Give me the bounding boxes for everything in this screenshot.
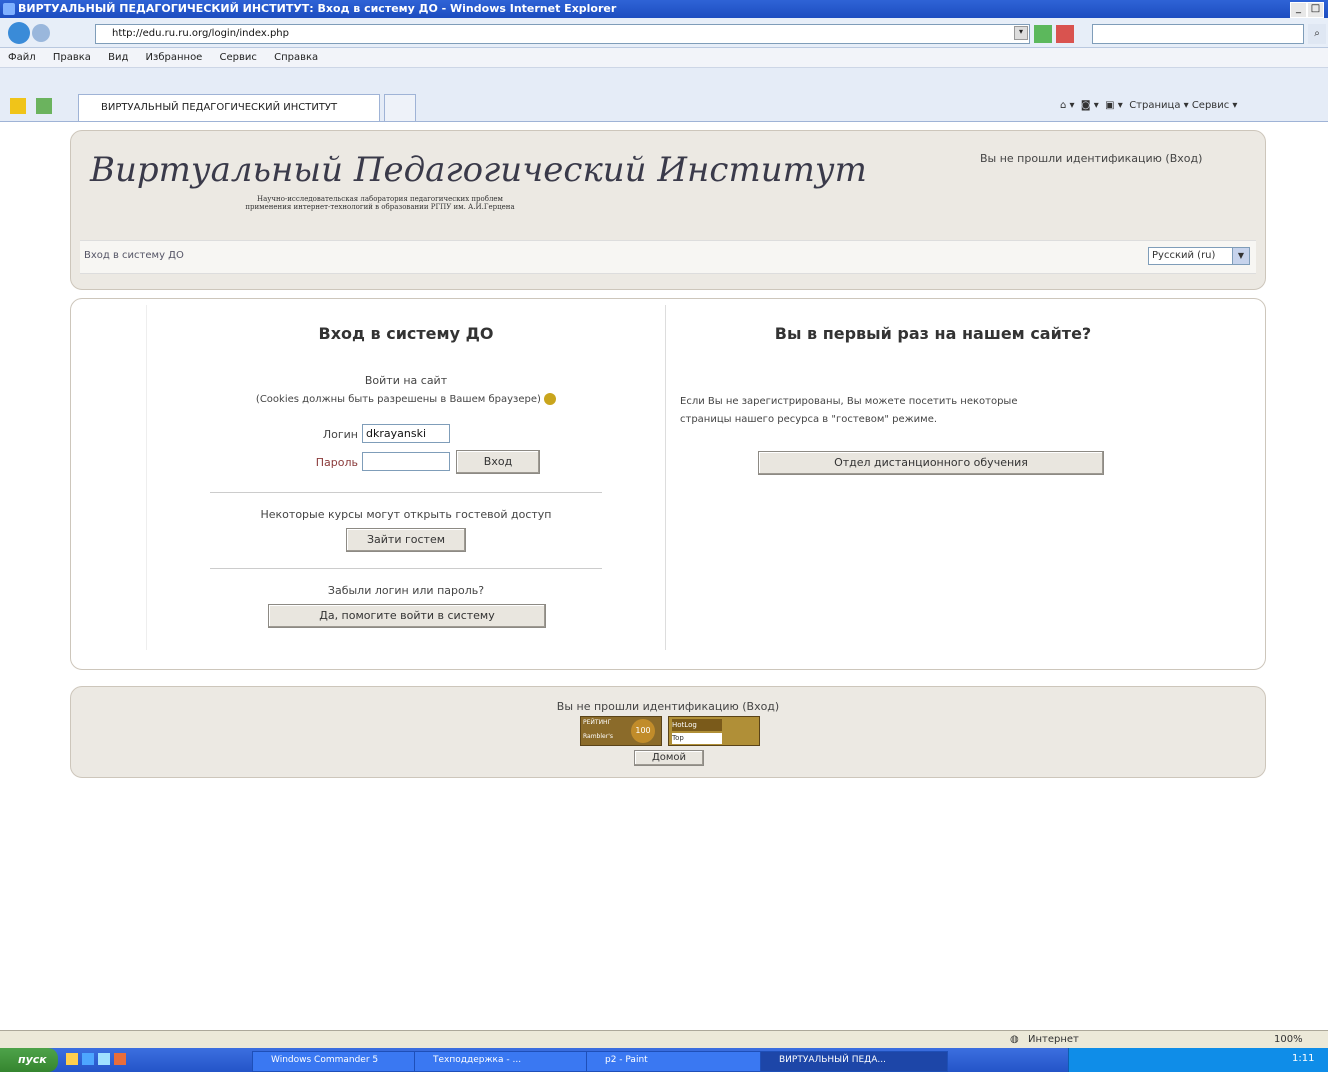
status-zone: Интернет: [1028, 1034, 1079, 1045]
hotlog-badge-top: HotLog: [672, 719, 722, 731]
task-support[interactable]: Техподдержка - ...: [414, 1051, 594, 1072]
command-bar-label: Страница ▾ Сервис ▾: [1129, 100, 1238, 111]
refresh-icon[interactable]: [1034, 25, 1052, 43]
distance-learning-button[interactable]: Отдел дистанционного обучения: [758, 451, 1104, 475]
navbar: [80, 240, 1256, 274]
forgot-note: Забыли логин или пароль?: [327, 584, 485, 597]
search-input[interactable]: [1092, 24, 1304, 44]
status-bar: ◍ Интернет 100%: [0, 1030, 1328, 1048]
feeds-icon[interactable]: ◙ ▾: [1081, 100, 1099, 111]
system-tray: [1068, 1048, 1328, 1072]
signup-text-line2: страницы нашего ресурса в "гостевом" реж…: [680, 414, 938, 425]
login-intro: Войти на сайт: [364, 374, 448, 387]
cookie-note: (Cookies должны быть разрешены в Вашем б…: [255, 394, 541, 405]
signup-text-line1: Если Вы не зарегистрированы, Вы можете п…: [680, 396, 1018, 407]
rambler-badge-mid: 100: [631, 719, 655, 743]
password-input[interactable]: [362, 452, 450, 471]
url-text: http://edu.ru.ru.org/login/index.php: [112, 28, 289, 39]
stop-icon[interactable]: [1056, 25, 1074, 43]
window-title: ВИРТУАЛЬНЫЙ ПЕДАГОГИЧЕСКИЙ ИНСТИТУТ: Вхо…: [18, 2, 617, 15]
login-status[interactable]: Вы не прошли идентификацию (Вход): [980, 152, 1202, 165]
divider: [210, 568, 602, 569]
menu-help[interactable]: Справка: [274, 52, 318, 63]
language-select[interactable]: Русский (ru) ▼: [1148, 247, 1250, 265]
login-panel: [146, 305, 666, 650]
add-favorites-icon[interactable]: [36, 98, 52, 114]
footer-login-status[interactable]: Вы не прошли идентификацию (Вход): [70, 700, 1266, 713]
quick-launch-icons[interactable]: [66, 1053, 150, 1067]
menu-file[interactable]: Файл: [8, 52, 36, 63]
password-label: Пароль: [315, 456, 358, 469]
divider: [210, 492, 602, 493]
logo-subtitle: Научно-исследовательская лаборатория пед…: [120, 195, 640, 211]
maximize-button[interactable]: □: [1307, 2, 1324, 18]
login-submit-button[interactable]: Вход: [456, 450, 540, 474]
home-link-button[interactable]: Домой: [634, 750, 704, 766]
globe-icon: ◍: [1010, 1034, 1019, 1045]
tab-active[interactable]: ВИРТУАЛЬНЫЙ ПЕДАГОГИЧЕСКИЙ ИНСТИТУТ: [78, 94, 380, 121]
hotlog-badge-bottom: Top: [672, 733, 722, 744]
login-input[interactable]: dkrayanski: [362, 424, 450, 443]
counter-badges: РЕЙТИНГ Rambler's 100 HotLog Top: [580, 716, 762, 752]
hotlog-badge[interactable]: HotLog Top: [668, 716, 760, 746]
print-icon[interactable]: ▣ ▾: [1105, 100, 1123, 111]
zoom-level[interactable]: 100%: [1274, 1031, 1303, 1048]
search-icon[interactable]: ⌕: [1308, 24, 1326, 44]
rambler-badge-bottom: Rambler's: [583, 733, 613, 740]
breadcrumb[interactable]: Вход в систему ДО: [84, 250, 184, 261]
back-button[interactable]: [8, 22, 30, 44]
start-button[interactable]: пуск: [0, 1048, 58, 1072]
forward-button[interactable]: [32, 24, 50, 42]
menu-bar: Файл Правка Вид Избранное Сервис Справка: [0, 48, 1328, 68]
forgot-password-button[interactable]: Да, помогите войти в систему: [268, 604, 546, 628]
language-value: Русский (ru): [1152, 250, 1216, 261]
tab-title: ВИРТУАЛЬНЫЙ ПЕДАГОГИЧЕСКИЙ ИНСТИТУТ: [101, 102, 338, 113]
guest-note: Некоторые курсы могут открыть гостевой д…: [260, 508, 552, 521]
signup-heading: Вы в первый раз на нашем сайте?: [774, 324, 1092, 343]
rambler-badge-top: РЕЙТИНГ: [583, 719, 612, 726]
guest-login-button[interactable]: Зайти гостем: [346, 528, 466, 552]
address-bar[interactable]: http://edu.ru.ru.org/login/index.php: [95, 24, 1030, 44]
help-icon[interactable]: [544, 393, 557, 405]
menu-favorites[interactable]: Избранное: [146, 52, 203, 63]
cookie-note-wrap: (Cookies должны быть разрешены в Вашем б…: [146, 393, 666, 405]
task-internet-explorer[interactable]: ВИРТУАЛЬНЫЙ ПЕДА...: [760, 1051, 948, 1072]
menu-view[interactable]: Вид: [108, 52, 128, 63]
site-logo[interactable]: Виртуальный Педагогический Институт: [90, 150, 867, 190]
command-bar[interactable]: ⌂ ▾ ◙ ▾ ▣ ▾ Страница ▾ Сервис ▾: [1060, 96, 1328, 116]
clock[interactable]: 1:11: [1292, 1053, 1314, 1064]
window-title-bar: ВИРТУАЛЬНЫЙ ПЕДАГОГИЧЕСКИЙ ИНСТИТУТ: Вхо…: [0, 0, 1328, 18]
ie-icon: [3, 3, 15, 15]
menu-edit[interactable]: Правка: [53, 52, 91, 63]
menu-tools[interactable]: Сервис: [220, 52, 257, 63]
logo-subtitle-line2: применения интернет-технологий в образов…: [245, 203, 515, 211]
favorites-star-icon[interactable]: [10, 98, 26, 114]
task-paint[interactable]: p2 - Paint: [586, 1051, 766, 1072]
minimize-button[interactable]: _: [1290, 2, 1307, 18]
rambler-badge[interactable]: РЕЙТИНГ Rambler's 100: [580, 716, 662, 746]
login-heading-wrap: Вход в систему ДО: [146, 324, 666, 343]
login-heading: Вход в систему ДО: [318, 324, 494, 343]
chevron-down-icon[interactable]: ▼: [1232, 248, 1249, 264]
new-tab-button[interactable]: [384, 94, 416, 121]
login-label: Логин: [322, 428, 358, 441]
logo-subtitle-line1: Научно-исследовательская лаборатория пед…: [257, 195, 503, 203]
signup-heading-wrap: Вы в первый раз на нашем сайте?: [668, 324, 1198, 343]
home-icon[interactable]: ⌂ ▾: [1060, 100, 1075, 111]
task-windows-commander[interactable]: Windows Commander 5: [252, 1051, 422, 1072]
address-dropdown-icon[interactable]: ▾: [1014, 26, 1028, 40]
